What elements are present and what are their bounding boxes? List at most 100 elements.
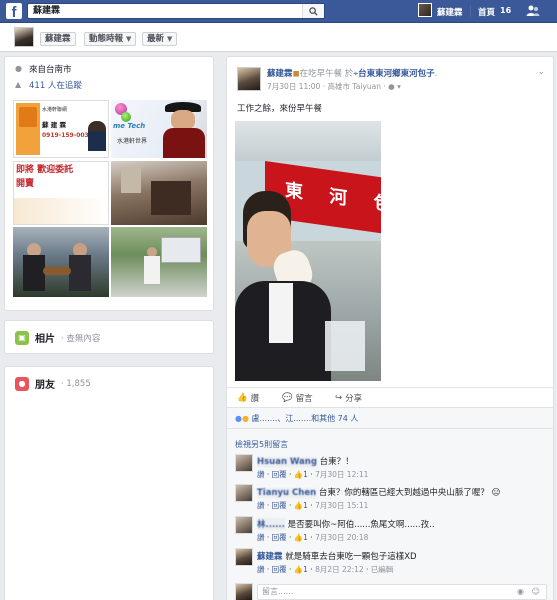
followers-link[interactable]: 411 人在追蹤 bbox=[29, 79, 82, 91]
tab-recent[interactable]: 最新 ▼ bbox=[142, 32, 178, 46]
home-link[interactable]: 首頁 bbox=[478, 6, 495, 18]
comment-like-link[interactable]: 讚 bbox=[257, 533, 265, 542]
friends-card-header: ● 朋友 · 1,855 bbox=[15, 376, 91, 391]
photos-card-header: ▣ 相片 · 查無內容 bbox=[15, 330, 100, 345]
post-author-link[interactable]: 蘇建霖 bbox=[267, 69, 293, 79]
shop-sign-text: 東 河 包 bbox=[285, 179, 381, 218]
post-time[interactable]: 7月30日 11:00 bbox=[267, 82, 320, 91]
thumbs-up-icon: 👍 bbox=[293, 565, 304, 574]
comment-time[interactable]: 8月2日 22:12 bbox=[315, 565, 364, 574]
comment-reply-link[interactable]: 回覆 bbox=[272, 470, 287, 479]
comment-reply-link[interactable]: 回覆 bbox=[272, 533, 287, 542]
comment-text: 是否要叫你~阿伯......魚尾文啊......孜.. bbox=[287, 520, 435, 530]
performer-body bbox=[23, 255, 45, 291]
thumbs-up-icon: 👍 bbox=[237, 393, 248, 403]
chevron-down-icon: ▼ bbox=[167, 35, 173, 43]
location-pin-icon: ● bbox=[15, 64, 22, 73]
avatar[interactable] bbox=[418, 3, 432, 17]
profile-name-link[interactable]: 蘇建霖 bbox=[437, 6, 463, 18]
avatar[interactable] bbox=[235, 548, 253, 566]
hometown-text: 來自台南市 bbox=[29, 65, 72, 75]
photo-business-card[interactable]: 水港軒聯網 蘇 建 霖 0919-159-003 bbox=[13, 100, 109, 158]
likes-summary[interactable]: ●● 盧.......、江.......和其他 74 人 bbox=[235, 413, 358, 424]
camera-icon[interactable]: ◉ bbox=[517, 585, 524, 599]
photos-title[interactable]: 相片 bbox=[35, 330, 55, 345]
post-activity: 在吃早午餐 bbox=[299, 69, 343, 79]
avatar[interactable] bbox=[235, 484, 253, 502]
board-shape bbox=[161, 237, 201, 263]
balloon-icon bbox=[121, 112, 131, 122]
banner-strip bbox=[14, 198, 108, 224]
divider bbox=[227, 428, 553, 429]
performer-body bbox=[69, 255, 91, 291]
person-shirt bbox=[269, 283, 293, 343]
comment-like-count[interactable]: 1 bbox=[303, 470, 308, 479]
friends-grid bbox=[7, 399, 213, 600]
photos-card[interactable]: ▣ 相片 · 查無內容 bbox=[4, 320, 214, 354]
photo-market-scene[interactable] bbox=[111, 161, 207, 225]
avatar[interactable] bbox=[235, 516, 253, 534]
post-meta: 7月30日 11:00 · 高雄市 Taiyuan · ● ▾ bbox=[267, 82, 401, 91]
friends-card: ● 朋友 · 1,855 bbox=[4, 366, 214, 600]
divider bbox=[470, 5, 471, 17]
comment-time[interactable]: 7月30日 12:11 bbox=[315, 470, 368, 479]
face-shape bbox=[171, 110, 195, 130]
chevron-down-icon: ▾ bbox=[397, 82, 401, 91]
comment-like-count[interactable]: 1 bbox=[303, 501, 308, 510]
comments-section: ●● 盧.......、江.......和其他 74 人 檢視另5則留言 Hsu… bbox=[227, 407, 553, 600]
post-place-link[interactable]: 台東東河鄉東河包子 bbox=[358, 69, 435, 79]
friend-requests-icon[interactable] bbox=[526, 4, 540, 18]
comment-like-link[interactable]: 讚 bbox=[257, 501, 265, 510]
tab-label: 蘇建霖 bbox=[45, 34, 71, 44]
likes-text[interactable]: 盧.......、江.......和其他 74 人 bbox=[252, 414, 359, 423]
post-location[interactable]: 高雄市 Taiyuan bbox=[328, 82, 381, 91]
photo-me-tech[interactable]: me Tech 水港軒世界 bbox=[111, 100, 207, 158]
activity-icon: ◼ bbox=[292, 69, 300, 79]
tab-timeline[interactable]: 動態時報 ▼ bbox=[84, 32, 137, 46]
share-icon: ↪ bbox=[335, 393, 343, 403]
comment-time[interactable]: 7月30日 20:18 bbox=[315, 533, 368, 542]
followers-row[interactable]: ▲ 411 人在追蹤 bbox=[15, 79, 82, 92]
like-reaction-icon: ● bbox=[235, 414, 242, 423]
banner-text: 即將 歡迎委託 bbox=[16, 165, 74, 175]
comment-author-link[interactable]: 蘇建霖 bbox=[257, 552, 283, 562]
comment-author-link[interactable]: Tianyu Chen bbox=[257, 488, 317, 498]
comment-like-count[interactable]: 1 bbox=[303, 565, 308, 574]
photo-outdoor[interactable] bbox=[111, 227, 207, 297]
avatar[interactable] bbox=[14, 27, 34, 47]
comment-placeholder: 留言...... bbox=[262, 587, 294, 596]
avatar[interactable] bbox=[235, 454, 253, 472]
scene-block bbox=[121, 167, 141, 193]
post-options-chevron-icon[interactable]: ⌄ bbox=[537, 67, 545, 77]
search-icon bbox=[309, 6, 318, 16]
comment-like-count[interactable]: 1 bbox=[303, 533, 308, 542]
scene-block bbox=[151, 181, 191, 215]
banner-text: 開賣 bbox=[16, 179, 35, 189]
comment-reply-link[interactable]: 回覆 bbox=[272, 565, 287, 574]
share-button[interactable]: ↪ 分享 bbox=[335, 392, 362, 404]
photo-banner[interactable]: 即將 歡迎委託 開賣 bbox=[13, 161, 109, 225]
comment-author-link[interactable]: Hsuan Wang bbox=[257, 457, 317, 467]
comment-time[interactable]: 7月30日 15:11 bbox=[315, 501, 368, 510]
friends-title[interactable]: 朋友 bbox=[35, 376, 55, 391]
photo-performance[interactable] bbox=[13, 227, 109, 297]
comment-like-link[interactable]: 讚 bbox=[257, 565, 265, 574]
post-actions-bar: 👍 讚 💬 留言 ↪ 分享 bbox=[227, 387, 553, 407]
post-header: 蘇建霖◼在吃早午餐 於⌖台東東河鄉東河包子. bbox=[267, 69, 438, 79]
emoji-icon[interactable]: ☺ bbox=[532, 585, 540, 599]
comment-reply-link[interactable]: 回覆 bbox=[272, 501, 287, 510]
facebook-logo-icon[interactable]: f bbox=[6, 3, 22, 19]
avatar bbox=[235, 583, 253, 600]
view-more-comments-link[interactable]: 檢視另5則留言 bbox=[235, 439, 288, 450]
comment-button[interactable]: 💬 留言 bbox=[282, 392, 313, 404]
tab-profile-name[interactable]: 蘇建霖 bbox=[40, 32, 76, 46]
like-button[interactable]: 👍 讚 bbox=[237, 392, 259, 404]
search-button[interactable] bbox=[302, 4, 324, 18]
avatar[interactable] bbox=[237, 67, 261, 91]
comment-like-link[interactable]: 讚 bbox=[257, 470, 265, 479]
search-input[interactable]: 蘇建霖 bbox=[27, 3, 325, 19]
comment-input[interactable]: 留言...... ◉ ☺ bbox=[257, 584, 547, 600]
post-photo[interactable]: 東 河 包 bbox=[235, 121, 381, 381]
comment-edited-label[interactable]: 已編輯 bbox=[371, 565, 394, 574]
comment-author-link[interactable]: 林...... bbox=[257, 518, 285, 530]
